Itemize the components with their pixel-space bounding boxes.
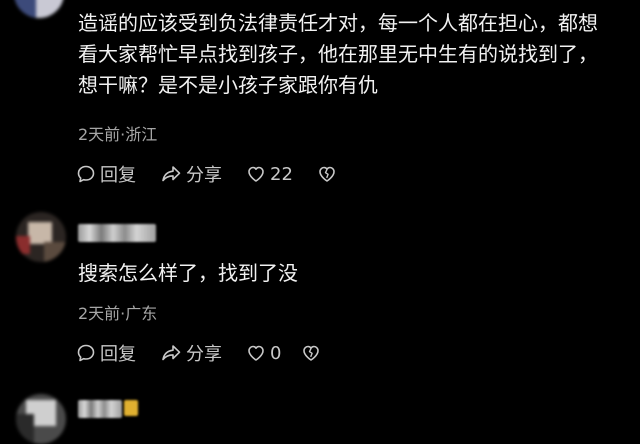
username[interactable] xyxy=(78,224,156,242)
like-count: 0 xyxy=(270,342,282,364)
heart-icon xyxy=(248,166,264,182)
share-button[interactable]: 分享 xyxy=(160,161,222,187)
like-button[interactable]: 0 xyxy=(246,343,281,364)
comment-meta: 2天前·广东 xyxy=(78,304,158,323)
share-arrow-icon xyxy=(162,345,181,361)
share-label: 分享 xyxy=(186,344,222,365)
comment-actions: 回复 分享 22 xyxy=(76,162,361,186)
reply-button[interactable]: 回复 xyxy=(76,340,136,366)
share-arrow-icon xyxy=(162,166,181,182)
comment-text: 搜索怎么样了，找到了没 xyxy=(78,258,298,289)
broken-heart-icon xyxy=(319,166,335,182)
comment-meta: 2天前·浙江 xyxy=(78,125,158,144)
heart-icon xyxy=(248,345,264,361)
like-button[interactable]: 22 xyxy=(246,164,293,185)
comment-text-line: 想干嘛？是不是小孩子家跟你有仇 xyxy=(78,73,378,97)
dislike-button[interactable] xyxy=(317,164,337,184)
dislike-button[interactable] xyxy=(301,343,321,363)
broken-heart-icon xyxy=(303,345,320,361)
share-label: 分享 xyxy=(186,165,222,186)
comment-item: 搜索怎么样了，找到了没 2天前·广东 回复 分享 0 xyxy=(0,200,640,380)
user-badge xyxy=(124,400,138,416)
comment-text-line: 搜索怎么样了，找到了没 xyxy=(78,261,298,285)
comment-actions: 回复 分享 0 xyxy=(76,341,345,365)
avatar[interactable] xyxy=(14,0,64,18)
reply-button[interactable]: 回复 xyxy=(76,161,136,187)
username[interactable] xyxy=(78,400,122,418)
comment-item: 造谣的应该受到负法律责任才对，每一个人都在担心，都想 看大家帮忙早点找到孩子，他… xyxy=(0,0,640,200)
reply-label: 回复 xyxy=(100,165,136,186)
comment-text-line: 看大家帮忙早点找到孩子，他在那里无中生有的说找到了， xyxy=(78,42,598,66)
share-button[interactable]: 分享 xyxy=(160,340,222,366)
like-count: 22 xyxy=(270,163,293,185)
comment-bubble-icon xyxy=(77,165,95,183)
reply-label: 回复 xyxy=(100,344,136,365)
avatar[interactable] xyxy=(16,394,66,444)
comment-text-line: 造谣的应该受到负法律责任才对，每一个人都在担心，都想 xyxy=(78,11,598,35)
comment-text: 造谣的应该受到负法律责任才对，每一个人都在担心，都想 看大家帮忙早点找到孩子，他… xyxy=(78,8,598,101)
comment-page: { "comments": [ { "lines": [ "造谣的应该受到负法律… xyxy=(0,0,640,444)
avatar[interactable] xyxy=(16,212,66,262)
comment-item xyxy=(0,380,640,444)
comment-bubble-icon xyxy=(77,344,95,362)
